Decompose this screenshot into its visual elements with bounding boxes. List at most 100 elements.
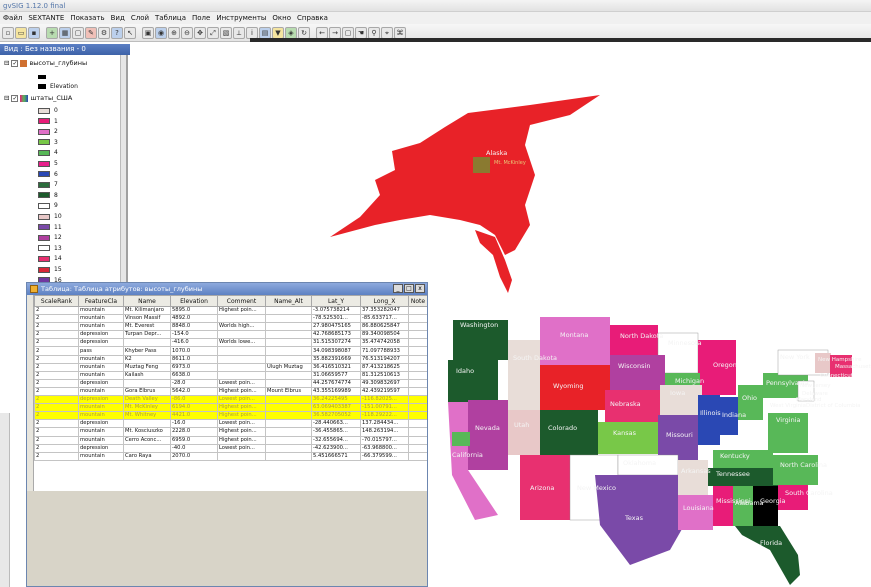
layout-icon[interactable]: ▢ (72, 26, 84, 39)
table-cell[interactable]: 6973.0 (170, 362, 218, 372)
table-cell[interactable]: 76.513194207 (360, 354, 409, 364)
table-cell[interactable]: -36.455865... (311, 427, 361, 437)
table-cell[interactable]: 81.312510613 (360, 370, 409, 380)
table-cell[interactable]: Ulugh Muztag (265, 362, 312, 372)
table-cell[interactable]: 2 (34, 395, 79, 405)
table-cell[interactable]: 86.880625847 (360, 322, 409, 332)
table-cell[interactable] (265, 395, 312, 405)
table-cell[interactable]: mountain (78, 305, 124, 316)
table-cell[interactable]: 2 (34, 362, 79, 372)
table-cell[interactable]: -70.015797... (360, 435, 409, 445)
table-cell[interactable]: 4421.0 (170, 411, 218, 421)
table-row[interactable]: 2 depression -416.0 Worlds lowe... 31.515307… (34, 338, 427, 348)
table-row[interactable]: 2 mountain Vinson Massif 4892.0 -78.525301..… (34, 314, 427, 324)
table-cell[interactable]: Highest poin... (217, 305, 266, 316)
table-cell[interactable] (265, 322, 312, 332)
select-icon[interactable]: ▧ (220, 26, 232, 39)
refresh-icon[interactable]: ↻ (298, 26, 310, 39)
table-cell[interactable]: 27.980475165 (311, 322, 361, 332)
table-cell[interactable] (408, 305, 427, 316)
table-cell[interactable] (408, 330, 427, 340)
table-cell[interactable]: mountain (78, 427, 124, 437)
table-cell[interactable]: 36.582705052 (311, 411, 361, 421)
state-florida[interactable] (735, 526, 800, 585)
table-cell[interactable]: 148.263194... (360, 427, 409, 437)
table-cell[interactable]: Highest poin... (217, 435, 266, 445)
table-cell[interactable]: depression (78, 419, 124, 429)
table-cell[interactable]: Worlds lowe... (217, 338, 266, 348)
open-icon[interactable]: ▭ (15, 26, 27, 39)
pan-icon[interactable]: ✥ (194, 26, 206, 39)
state-new-hampshire[interactable] (815, 353, 831, 373)
table-row[interactable]: 2 depression Turpan Depr... -154.0 42.768685… (34, 330, 427, 340)
table-cell[interactable]: -28.0 (170, 378, 218, 388)
script-icon[interactable]: ⌘ (394, 26, 406, 39)
menu-item[interactable]: Таблица (155, 12, 186, 24)
table-cell[interactable] (265, 451, 312, 461)
menu-item[interactable]: Файл (3, 12, 22, 24)
table-cell[interactable] (217, 362, 266, 372)
frame-icon[interactable]: ▢ (342, 26, 354, 39)
table-cell[interactable]: Highest poin... (217, 403, 266, 413)
table-cell[interactable]: Cerro Aconc... (123, 435, 171, 445)
table-cell[interactable]: 42.768685173 (311, 330, 361, 340)
table-row[interactable]: 2 mountain Mt. Kosciuszko 2228.0 Highest poi… (34, 427, 427, 437)
table-cell[interactable]: Caro Raya (123, 451, 171, 461)
query-icon[interactable]: ◈ (285, 26, 297, 39)
help-icon[interactable]: ? (111, 26, 123, 39)
attribute-table-window[interactable]: Таблица: Таблица атрибутов: высоты_глуби… (26, 282, 428, 587)
table-cell[interactable] (265, 330, 312, 340)
table-cell[interactable]: 1070.0 (170, 346, 218, 356)
table-row[interactable]: 2 depression -16.0 Lowest poin... -28.440663… (34, 419, 427, 429)
state-north-carolina[interactable] (773, 455, 818, 485)
table-cell[interactable] (265, 435, 312, 445)
menu-item[interactable]: Поле (192, 12, 210, 24)
table-cell[interactable] (408, 435, 427, 445)
state-nevada[interactable] (468, 400, 508, 470)
state-arkansas[interactable] (678, 460, 708, 495)
table-cell[interactable]: 2 (34, 330, 79, 340)
table-cell[interactable]: K2 (123, 354, 171, 364)
table-cell[interactable] (265, 305, 312, 316)
table-cell[interactable]: -154.0 (170, 330, 218, 340)
table-row[interactable]: 2 mountain Caro Raya 2070.0 5.451666571 -66.3… (34, 451, 427, 461)
menu-item[interactable]: Инструменты (216, 12, 266, 24)
table-row[interactable]: 2 depression -28.0 Lowest poin... 44.2576747… (34, 378, 427, 388)
table-cell[interactable]: 2 (34, 403, 79, 413)
table-cell[interactable]: 31.515307274 (311, 338, 361, 348)
column-header[interactable]: Name (123, 295, 171, 307)
table-cell[interactable]: -86.0 (170, 395, 218, 405)
table-row[interactable]: 2 depression Death Valley -86.0 Lowest poin.… (34, 395, 427, 405)
table-row[interactable]: 2 mountain Mt. Whitney 4421.0 Highest poin..… (34, 411, 427, 421)
table-cell[interactable]: 2 (34, 451, 79, 461)
column-header[interactable]: Elevation (170, 295, 218, 307)
filter-icon[interactable]: ▼ (272, 26, 284, 39)
table-cell[interactable]: mountain (78, 451, 124, 461)
table-row[interactable]: 2 mountain Gora Elbrus 5642.0 Highest poin..… (34, 386, 427, 397)
window-icon[interactable]: ▣ (142, 26, 154, 39)
table-cell[interactable] (265, 354, 312, 364)
table-cell[interactable]: mountain (78, 354, 124, 364)
table-cell[interactable] (408, 443, 427, 453)
table-cell[interactable]: Lowest poin... (217, 395, 266, 405)
table-cell[interactable]: mountain (78, 322, 124, 332)
table-cell[interactable]: Khyber Pass (123, 346, 171, 356)
menu-item[interactable]: Показать (70, 12, 104, 24)
table-cell[interactable]: 5.451666571 (311, 451, 361, 461)
table-cell[interactable]: 6959.0 (170, 435, 218, 445)
table-cell[interactable]: 8848.0 (170, 322, 218, 332)
table-cell[interactable]: 34.098398087 (311, 346, 361, 356)
column-header[interactable]: FeatureCla (78, 295, 124, 307)
table-cell[interactable]: Vinson Massif (123, 314, 171, 324)
zoom-out-icon[interactable]: ⊖ (181, 26, 193, 39)
table-cell[interactable]: -63.968800... (360, 443, 409, 453)
zoom-in-icon[interactable]: ⊕ (168, 26, 180, 39)
table-cell[interactable]: 2 (34, 354, 79, 364)
table-cell[interactable] (408, 451, 427, 461)
table-cell[interactable]: depression (78, 443, 124, 453)
table-cell[interactable]: mountain (78, 411, 124, 421)
state-idaho[interactable] (508, 340, 540, 410)
measure-icon[interactable]: ⟂ (233, 26, 245, 39)
table-cell[interactable]: 6194.0 (170, 403, 218, 413)
table-cell[interactable]: -66.379599... (360, 451, 409, 461)
